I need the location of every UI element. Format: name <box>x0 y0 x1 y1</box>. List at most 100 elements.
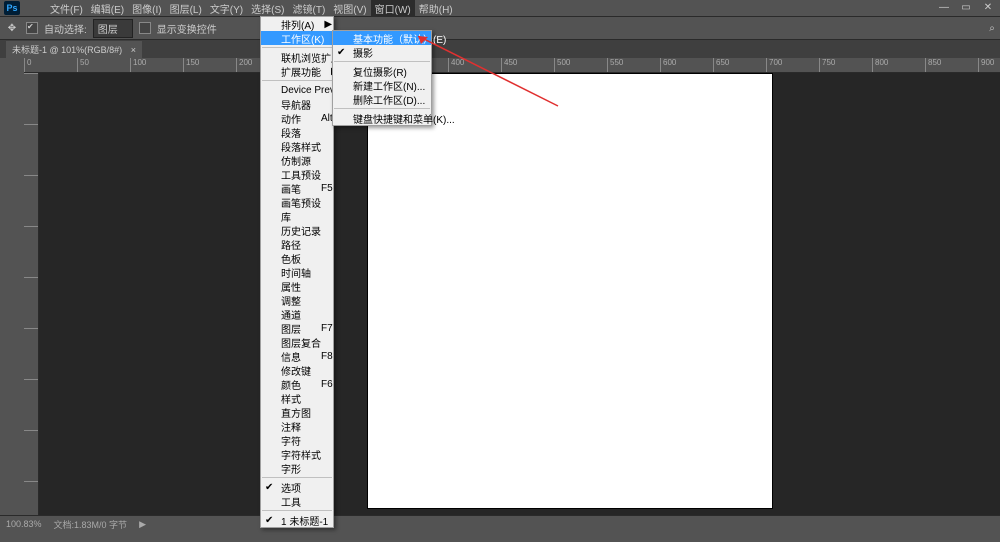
window-menu-item-20[interactable]: 属性 <box>261 279 333 293</box>
window-menu-item-label: 调整 <box>281 293 301 308</box>
window-menu-item-label: 导航器 <box>281 97 311 112</box>
workspace-submenu-item-0[interactable]: 基本功能（默认）(E) <box>333 31 431 45</box>
window-menu-item-label: 时间轴 <box>281 265 311 280</box>
window-menu-item-12[interactable]: 工具预设 <box>261 167 333 181</box>
window-menu-item-36[interactable]: 工具 <box>261 494 333 508</box>
window-menu-item-label: 字符样式 <box>281 447 321 462</box>
window-menu-item-label: 1 未标题-1 <box>281 513 328 528</box>
window-menu-item-15[interactable]: 库 <box>261 209 333 223</box>
window-menu-item-label: 选项 <box>281 480 301 495</box>
window-menu-item-22[interactable]: 通道 <box>261 307 333 321</box>
show-transform-checkbox[interactable] <box>139 22 151 34</box>
status-bar: 100.83% 文档:1.83M/0 字节 ▶ <box>0 515 1000 532</box>
window-menu-item-21[interactable]: 调整 <box>261 293 333 307</box>
window-close-button[interactable]: ✕ <box>978 0 998 14</box>
menu-1[interactable]: 编辑(E) <box>87 0 128 17</box>
workspace-submenu-item-label: 新建工作区(N)... <box>353 78 425 93</box>
window-menu-item-10[interactable]: 段落样式 <box>261 139 333 153</box>
tools-panel[interactable] <box>0 73 24 515</box>
workspace-submenu-item-label: 基本功能（默认）(E) <box>353 31 446 46</box>
window-minimize-button[interactable]: — <box>934 0 954 14</box>
window-menu-item-6[interactable]: Device Preview <box>261 83 333 97</box>
menu-2[interactable]: 图像(I) <box>128 0 165 17</box>
document-tab-label: 未标题-1 @ 101%(RGB/8#) <box>12 45 122 55</box>
window-menu-item-16[interactable]: 历史记录 <box>261 223 333 237</box>
menu-7[interactable]: 视图(V) <box>329 0 370 17</box>
window-menu-item-label: 库 <box>281 209 291 224</box>
menu-3[interactable]: 图层(L) <box>166 0 206 17</box>
auto-select-checkbox[interactable] <box>26 22 38 34</box>
ruler-vertical <box>24 73 39 515</box>
window-menu-item-11[interactable]: 仿制源 <box>261 153 333 167</box>
window-menu-item-label: 工具 <box>281 494 301 509</box>
window-menu-item-23[interactable]: 图层F7 <box>261 321 333 335</box>
window-menu-item-13[interactable]: 画笔F5 <box>261 181 333 195</box>
auto-select-dropdown[interactable]: 图层 <box>93 19 133 38</box>
window-menu-item-30[interactable]: 注释 <box>261 419 333 433</box>
window-menu-item-8[interactable]: 动作Alt+F9 <box>261 111 333 125</box>
window-menu-item-label: 扩展功能 <box>281 64 321 79</box>
window-menu-item-label: 通道 <box>281 307 301 322</box>
window-maximize-button[interactable]: ▭ <box>956 0 976 14</box>
window-menu-item-3[interactable]: 联机浏览扩展... <box>261 50 333 64</box>
window-menu-item-27[interactable]: 颜色F6 <box>261 377 333 391</box>
window-menu-item-label: 路径 <box>281 237 301 252</box>
window-menu-item-label: 样式 <box>281 391 301 406</box>
workspace-submenu-item-label: 删除工作区(D)... <box>353 92 425 107</box>
window-menu-item-24[interactable]: 图层复合 <box>261 335 333 349</box>
workspace-submenu-item-7[interactable]: 键盘快捷键和菜单(K)... <box>333 111 431 125</box>
menu-8[interactable]: 窗口(W) <box>371 0 415 17</box>
workspace-submenu: 基本功能（默认）(E)✔摄影复位摄影(R)新建工作区(N)...删除工作区(D)… <box>332 30 432 126</box>
main-menubar: 文件(F)编辑(E)图像(I)图层(L)文字(Y)选择(S)滤镜(T)视图(V)… <box>24 1 457 15</box>
window-menu-item-35[interactable]: ✔选项 <box>261 480 333 494</box>
window-menu-item-18[interactable]: 色板 <box>261 251 333 265</box>
menu-4[interactable]: 文字(Y) <box>206 0 247 17</box>
menu-0[interactable]: 文件(F) <box>46 0 87 17</box>
document-info[interactable]: 文档:1.83M/0 字节 <box>54 518 128 531</box>
window-menu-item-28[interactable]: 样式 <box>261 391 333 405</box>
window-menu-item-14[interactable]: 画笔预设 <box>261 195 333 209</box>
canvas-area[interactable] <box>39 73 1000 515</box>
document-tabs: 未标题-1 @ 101%(RGB/8#) × <box>0 40 1000 58</box>
window-menu-item-1[interactable]: 工作区(K)▶ <box>261 31 333 45</box>
window-menu-item-0[interactable]: 排列(A)▶ <box>261 17 333 31</box>
window-menu-item-4[interactable]: 扩展功能▶ <box>261 64 333 78</box>
window-menu-dropdown: 排列(A)▶工作区(K)▶ 联机浏览扩展...扩展功能▶ Device Previe… <box>260 16 334 528</box>
menu-5[interactable]: 选择(S) <box>247 0 288 17</box>
document-tab-close[interactable]: × <box>131 45 136 55</box>
workspace-submenu-item-4[interactable]: 新建工作区(N)... <box>333 78 431 92</box>
window-menu-item-label: 色板 <box>281 251 301 266</box>
workspace-submenu-item-1[interactable]: ✔摄影 <box>333 45 431 59</box>
window-menu-item-7[interactable]: 导航器 <box>261 97 333 111</box>
status-menu-arrow[interactable]: ▶ <box>139 519 146 530</box>
auto-select-label: 自动选择: <box>44 21 87 36</box>
window-menu-item-33[interactable]: 字形 <box>261 461 333 475</box>
workspace-submenu-item-label: 复位摄影(R) <box>353 64 407 79</box>
window-menu-item-17[interactable]: 路径 <box>261 237 333 251</box>
window-menu-item-38[interactable]: ✔1 未标题-1 <box>261 513 333 527</box>
window-menu-item-label: 属性 <box>281 279 301 294</box>
workspace-submenu-item-3[interactable]: 复位摄影(R) <box>333 64 431 78</box>
window-menu-item-9[interactable]: 段落 <box>261 125 333 139</box>
window-menu-item-32[interactable]: 字符样式 <box>261 447 333 461</box>
window-menu-item-label: 修改键 <box>281 363 311 378</box>
window-menu-item-label: 排列(A) <box>281 17 314 32</box>
zoom-level[interactable]: 100.83% <box>6 519 42 529</box>
window-menu-item-26[interactable]: 修改键 <box>261 363 333 377</box>
window-menu-item-25[interactable]: 信息F8 <box>261 349 333 363</box>
workspace-submenu-item-5[interactable]: 删除工作区(D)... <box>333 92 431 106</box>
move-tool-icon: ✥ <box>4 20 20 36</box>
menu-6[interactable]: 滤镜(T) <box>289 0 330 17</box>
window-menu-item-label: 段落样式 <box>281 139 321 154</box>
menu-9[interactable]: 帮助(H) <box>415 0 457 17</box>
window-menu-item-31[interactable]: 字符 <box>261 433 333 447</box>
workspace-submenu-item-label: 键盘快捷键和菜单(K)... <box>353 111 455 126</box>
window-menu-item-label: 字符 <box>281 433 301 448</box>
search-icon[interactable]: ⌕ <box>984 20 1000 36</box>
document-canvas[interactable] <box>367 73 773 509</box>
app-logo: Ps <box>4 1 20 15</box>
window-menu-item-19[interactable]: 时间轴 <box>261 265 333 279</box>
document-tab[interactable]: 未标题-1 @ 101%(RGB/8#) × <box>6 41 142 58</box>
show-transform-label: 显示变换控件 <box>157 21 217 36</box>
window-menu-item-29[interactable]: 直方图 <box>261 405 333 419</box>
